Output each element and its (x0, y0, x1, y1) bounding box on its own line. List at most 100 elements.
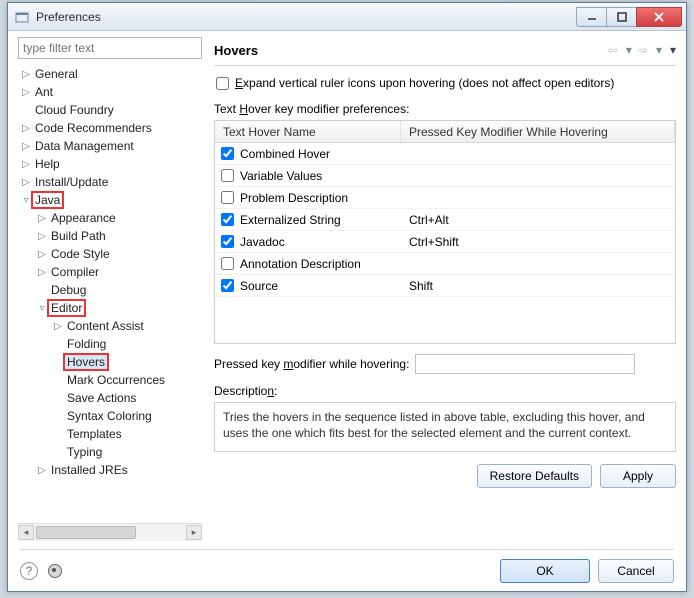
help-icon[interactable]: ? (20, 562, 38, 580)
tree-item-label: Install/Update (33, 175, 110, 189)
apply-button[interactable]: Apply (600, 464, 676, 488)
expand-icons-checkbox-row[interactable]: Expand vertical ruler icons upon hoverin… (214, 76, 676, 90)
table-row[interactable]: Variable Values (215, 165, 675, 187)
hover-enable-checkbox[interactable] (221, 257, 234, 270)
table-row[interactable]: Annotation Description (215, 253, 675, 275)
back-icon[interactable]: ⇦ (608, 43, 618, 57)
titlebar[interactable]: Preferences (8, 3, 686, 31)
pressed-modifier-input[interactable] (415, 354, 635, 374)
tree-item-label: Build Path (49, 229, 108, 243)
forward-icon[interactable]: ⇨ (638, 43, 648, 57)
preferences-window: Preferences ▷General▷AntCloud Foundry▷Co… (7, 2, 687, 592)
tree-twisty-icon[interactable]: ▷ (20, 141, 32, 152)
tree-item[interactable]: Cloud Foundry (18, 101, 202, 119)
page-title: Hovers (214, 43, 608, 58)
hover-name-cell: Externalized String (240, 213, 341, 227)
back-menu-icon[interactable]: ▾ (626, 43, 632, 57)
tree-item-label: Compiler (49, 265, 101, 279)
tree-item[interactable]: ▿Java (18, 191, 202, 209)
tree-item[interactable]: Folding (18, 335, 202, 353)
tree-twisty-icon[interactable]: ▷ (20, 69, 32, 80)
tree-item[interactable]: Save Actions (18, 389, 202, 407)
tree-item[interactable]: ▷Installed JREs (18, 461, 202, 479)
tree-item[interactable]: ▷Ant (18, 83, 202, 101)
table-row[interactable]: SourceShift (215, 275, 675, 297)
tree-twisty-icon[interactable]: ▿ (20, 195, 32, 206)
preferences-tree[interactable]: ▷General▷AntCloud Foundry▷Code Recommend… (18, 63, 202, 523)
window-title: Preferences (36, 10, 576, 24)
scroll-thumb[interactable] (36, 526, 136, 539)
description-box: Tries the hovers in the sequence listed … (214, 402, 676, 452)
tree-item[interactable]: Syntax Coloring (18, 407, 202, 425)
tree-item[interactable]: Typing (18, 443, 202, 461)
description-label: Description: (214, 384, 676, 398)
tree-item[interactable]: ▷Data Management (18, 137, 202, 155)
hover-modifier-cell: Ctrl+Alt (401, 213, 675, 227)
tree-item-label: Cloud Foundry (33, 103, 116, 117)
hover-name-cell: Javadoc (240, 235, 285, 249)
tree-item[interactable]: ▷Help (18, 155, 202, 173)
ok-button[interactable]: OK (500, 559, 590, 583)
hover-enable-checkbox[interactable] (221, 191, 234, 204)
right-pane: Hovers ⇦ ▾ ⇨ ▾ ▾ Expand vertical ruler ico… (214, 37, 682, 541)
tree-item-label: Data Management (33, 139, 136, 153)
tree-twisty-icon[interactable]: ▷ (36, 267, 48, 278)
tree-item[interactable]: ▷Code Style (18, 245, 202, 263)
tree-item[interactable]: ▿Editor (18, 299, 202, 317)
tree-item[interactable]: Debug (18, 281, 202, 299)
tree-item-label: Java (33, 193, 62, 207)
pane-divider[interactable] (206, 37, 210, 541)
tree-item[interactable]: ▷Build Path (18, 227, 202, 245)
tree-twisty-icon[interactable]: ▷ (36, 231, 48, 242)
tree-item[interactable]: ▷Content Assist (18, 317, 202, 335)
import-export-icon[interactable] (48, 564, 62, 578)
restore-defaults-button[interactable]: Restore Defaults (477, 464, 592, 488)
filter-input[interactable] (18, 37, 202, 59)
maximize-button[interactable] (606, 7, 636, 27)
hovers-table[interactable]: Text Hover Name Pressed Key Modifier Whi… (214, 120, 676, 344)
tree-twisty-icon[interactable]: ▷ (36, 249, 48, 260)
tree-item[interactable]: ▷Code Recommenders (18, 119, 202, 137)
table-row[interactable]: Combined Hover (215, 143, 675, 165)
scroll-left-icon[interactable]: ◂ (18, 525, 34, 540)
forward-menu-icon[interactable]: ▾ (656, 43, 662, 57)
table-row[interactable]: JavadocCtrl+Shift (215, 231, 675, 253)
tree-twisty-icon[interactable]: ▷ (20, 177, 32, 188)
horizontal-scrollbar[interactable]: ◂ ▸ (18, 523, 202, 541)
tree-item-label: Ant (33, 85, 55, 99)
hover-enable-checkbox[interactable] (221, 169, 234, 182)
hover-enable-checkbox[interactable] (221, 213, 234, 226)
tree-twisty-icon[interactable]: ▷ (36, 465, 48, 476)
tree-twisty-icon[interactable]: ▷ (20, 87, 32, 98)
scroll-right-icon[interactable]: ▸ (186, 525, 202, 540)
tree-item[interactable]: Templates (18, 425, 202, 443)
tree-twisty-icon[interactable]: ▷ (20, 159, 32, 170)
hover-enable-checkbox[interactable] (221, 147, 234, 160)
tree-item[interactable]: ▷Compiler (18, 263, 202, 281)
hover-enable-checkbox[interactable] (221, 235, 234, 248)
page-menu-icon[interactable]: ▾ (670, 43, 676, 57)
cancel-button[interactable]: Cancel (598, 559, 674, 583)
expand-icons-checkbox[interactable] (216, 77, 229, 90)
tree-item[interactable]: ▷Install/Update (18, 173, 202, 191)
hover-enable-checkbox[interactable] (221, 279, 234, 292)
column-modifier[interactable]: Pressed Key Modifier While Hovering (401, 121, 675, 142)
pressed-modifier-label: Pressed key modifier while hovering: (214, 357, 409, 371)
tree-twisty-icon[interactable]: ▿ (36, 303, 48, 314)
tree-twisty-icon[interactable]: ▷ (52, 321, 64, 332)
tree-twisty-icon[interactable]: ▷ (36, 213, 48, 224)
tree-item[interactable]: Hovers (18, 353, 202, 371)
table-row[interactable]: Problem Description (215, 187, 675, 209)
tree-item[interactable]: Mark Occurrences (18, 371, 202, 389)
tree-item[interactable]: ▷General (18, 65, 202, 83)
column-name[interactable]: Text Hover Name (215, 121, 401, 142)
table-row[interactable]: Externalized String Ctrl+Alt (215, 209, 675, 231)
tree-item[interactable]: ▷Appearance (18, 209, 202, 227)
tree-item-label: Appearance (49, 211, 118, 225)
hover-name-cell: Combined Hover (240, 147, 330, 161)
tree-item-label: Save Actions (65, 391, 138, 405)
table-caption: Text Hover key modifier preferences: (214, 102, 676, 116)
tree-twisty-icon[interactable]: ▷ (20, 123, 32, 134)
close-button[interactable] (636, 7, 682, 27)
minimize-button[interactable] (576, 7, 606, 27)
